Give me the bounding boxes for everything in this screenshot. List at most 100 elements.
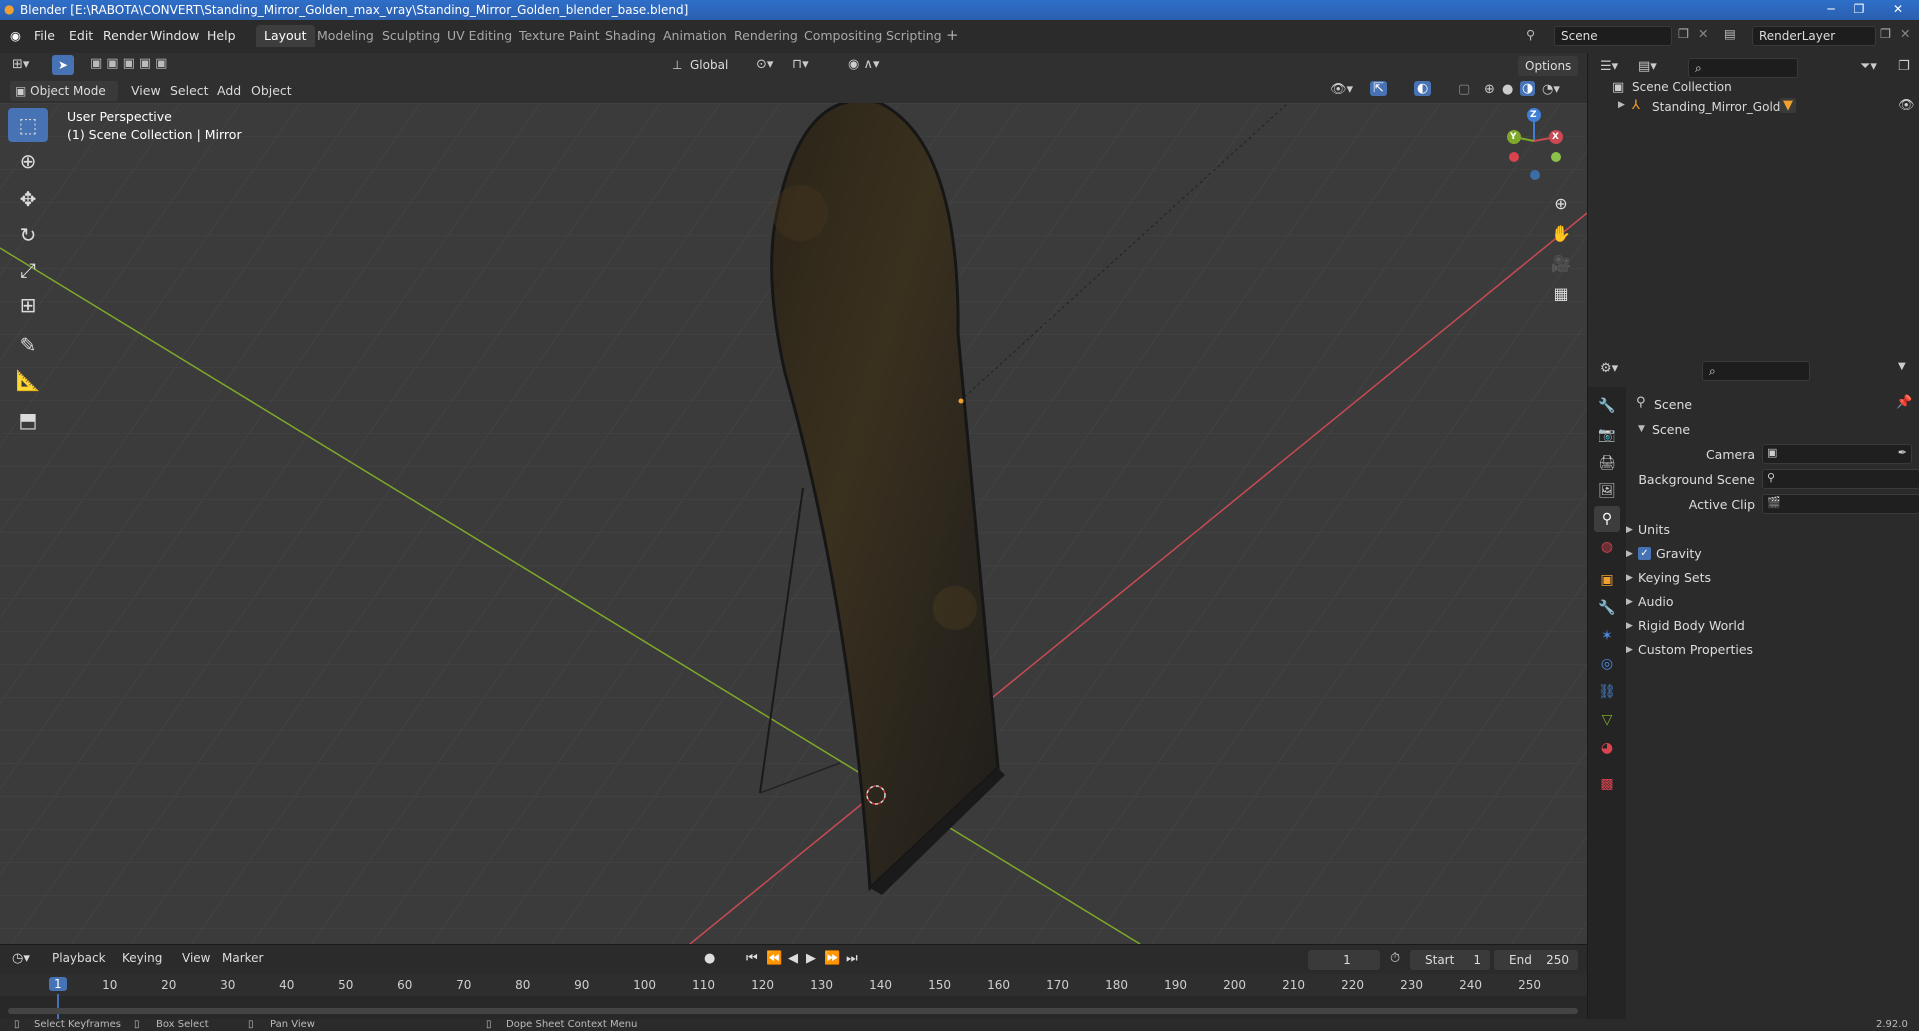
object-props-icon[interactable]: ▣ (1594, 567, 1620, 593)
panel-expanded-icon[interactable]: ▼ (1638, 424, 1645, 434)
material-props-icon[interactable]: ◕ (1594, 735, 1620, 761)
new-scene-icon[interactable]: ❐ (1678, 26, 1689, 41)
menu-select[interactable]: Select (170, 83, 209, 98)
timeline-area[interactable]: 1 10 20 30 40 50 60 70 80 90 100 110 120 130 140 150 160… (0, 974, 1587, 1020)
gravity-expand-icon[interactable]: ▶ (1626, 549, 1633, 559)
move-tool-icon[interactable]: ✥ (8, 182, 48, 216)
preview-range-icon[interactable]: ⏱ (1390, 951, 1400, 966)
active-clip-field[interactable]: 🎬 (1762, 494, 1919, 514)
jump-end-icon[interactable]: ⏭ (846, 951, 858, 966)
overlay-toggle-icon[interactable]: ◐ (1414, 81, 1432, 96)
pin-icon[interactable]: 📌 (1896, 395, 1912, 410)
outliner-item-standing-mirror[interactable]: Standing_Mirror_Golden (1652, 100, 1795, 114)
xray-icon[interactable]: ▢ (1458, 82, 1470, 97)
frame-ruler[interactable]: 1 10 20 30 40 50 60 70 80 90 100 110 120 130 140 150 160… (0, 974, 1587, 996)
menu-add[interactable]: Add (217, 83, 241, 98)
scale-tool-icon[interactable]: ⤢ (8, 253, 48, 287)
properties-search-input[interactable]: ⌕ (1702, 361, 1810, 381)
jump-start-icon[interactable]: ⏮ (746, 951, 758, 966)
proportional-edit-icon[interactable]: ◉ ∧▾ (848, 57, 880, 72)
subpanel-custom-properties[interactable]: Custom Properties (1638, 642, 1753, 657)
delete-layer-icon[interactable]: ✕ (1900, 26, 1910, 41)
view-layer-props-icon[interactable]: 🖼 (1594, 478, 1620, 504)
scene-selector-icon[interactable]: ⚲ (1526, 27, 1535, 42)
play-reverse-icon[interactable]: ◀ (788, 951, 798, 966)
zoom-icon[interactable]: ⊕ (1547, 189, 1575, 217)
outliner-type-icon[interactable]: ☰▾ (1600, 59, 1618, 74)
visibility-eye-icon[interactable]: 👁 (1898, 98, 1915, 113)
current-frame-field[interactable]: 1 (1308, 950, 1380, 970)
gravity-checkbox[interactable]: ✓ (1638, 547, 1651, 560)
camera-view-icon[interactable]: 🎥 (1547, 249, 1575, 277)
tab-modeling[interactable]: Modeling (309, 25, 382, 47)
tab-sculpting[interactable]: Sculpting (374, 25, 448, 47)
rigid-body-expand-icon[interactable]: ▶ (1626, 621, 1633, 631)
tab-rendering[interactable]: Rendering (726, 25, 806, 47)
physics-props-icon[interactable]: ◎ (1594, 651, 1620, 677)
filter-icon[interactable]: ⏷▾ (1860, 59, 1877, 74)
menu-keying[interactable]: Keying (122, 951, 162, 965)
camera-field[interactable]: ▣ ✒ (1762, 444, 1912, 464)
tool-props-icon[interactable]: 🔧 (1594, 393, 1620, 419)
subpanel-audio[interactable]: Audio (1638, 594, 1674, 609)
subpanel-units[interactable]: Units (1638, 522, 1670, 537)
subpanel-rigid-body-world[interactable]: Rigid Body World (1638, 618, 1745, 633)
expand-arrow-icon[interactable]: ▶ (1618, 100, 1625, 110)
rotate-tool-icon[interactable]: ↻ (8, 218, 48, 252)
timeline-scrollbar[interactable] (8, 1008, 1578, 1014)
outliner-display-icon[interactable]: ▤▾ (1638, 59, 1657, 74)
keying-sets-expand-icon[interactable]: ▶ (1626, 573, 1633, 583)
menu-render[interactable]: Render (103, 28, 148, 43)
tab-layout[interactable]: Layout (256, 25, 315, 47)
record-icon[interactable]: ● (704, 951, 715, 966)
start-frame-field[interactable]: Start 1 (1410, 950, 1490, 970)
properties-type-icon[interactable]: ⚙▾ (1600, 361, 1618, 376)
tab-compositing[interactable]: Compositing (796, 25, 890, 47)
scene-props-icon[interactable]: ⚲ (1594, 506, 1620, 532)
data-props-icon[interactable]: ▽ (1594, 707, 1620, 733)
close-icon[interactable]: ✕ (1880, 0, 1916, 18)
select-box-tool-icon[interactable]: ⬚ (8, 108, 48, 142)
background-scene-field[interactable]: ⚲ (1762, 469, 1919, 489)
transform-tool-icon[interactable]: ⊞ (8, 288, 48, 322)
menu-playback[interactable]: Playback (52, 951, 106, 965)
tab-scripting[interactable]: Scripting (878, 25, 950, 47)
particles-props-icon[interactable]: ✶ (1594, 623, 1620, 649)
subpanel-gravity[interactable]: Gravity (1656, 546, 1702, 561)
ortho-grid-icon[interactable]: ▦ (1547, 279, 1575, 307)
restore-icon[interactable]: ❐ (1846, 0, 1872, 18)
view-layer-icon[interactable]: ▤ (1724, 26, 1736, 41)
outliner-root[interactable]: Scene Collection (1632, 80, 1732, 94)
audio-expand-icon[interactable]: ▶ (1626, 597, 1633, 607)
units-expand-icon[interactable]: ▶ (1626, 525, 1633, 535)
delete-scene-icon[interactable]: ✕ (1698, 26, 1708, 41)
next-keyframe-icon[interactable]: ⏩ (824, 951, 840, 966)
menu-file[interactable]: File (34, 28, 55, 43)
menu-edit[interactable]: Edit (69, 28, 93, 43)
object-mode-dropdown[interactable]: ▣ Object Mode (10, 81, 118, 101)
outliner-search-input[interactable]: ⌕ (1688, 58, 1798, 78)
output-props-icon[interactable]: 🖨 (1594, 450, 1620, 476)
end-frame-field[interactable]: End 250 (1494, 950, 1578, 970)
prev-keyframe-icon[interactable]: ⏪ (766, 951, 782, 966)
menu-marker[interactable]: Marker (222, 951, 263, 965)
shading-rendered-icon[interactable]: ◔▾ (1542, 82, 1560, 97)
add-cube-tool-icon[interactable]: ⬒ (8, 403, 48, 437)
constraints-props-icon[interactable]: ⛓ (1594, 679, 1620, 705)
tab-animation[interactable]: Animation (655, 25, 735, 47)
menu-object[interactable]: Object (251, 83, 292, 98)
shading-wireframe-icon[interactable]: ⊕ (1484, 82, 1495, 97)
tab-texture-paint[interactable]: Texture Paint (511, 25, 608, 47)
shading-material-icon[interactable]: ◑ (1520, 81, 1536, 96)
gizmo-toggle-icon[interactable]: ⇱ (1370, 81, 1387, 96)
selection-mode-icons[interactable]: ▣▣▣▣▣ (90, 56, 171, 71)
world-props-icon[interactable]: ◍ (1594, 534, 1620, 560)
select-tool-icon[interactable]: ➤ (52, 55, 74, 75)
orientation-dropdown[interactable]: Global (690, 58, 728, 72)
menu-help[interactable]: Help (207, 28, 236, 43)
tab-uv-editing[interactable]: UV Editing (439, 25, 520, 47)
eyedropper-icon[interactable]: ✒ (1898, 446, 1907, 459)
pivot-icon[interactable]: ⊙▾ (756, 57, 773, 72)
cursor-tool-icon[interactable]: ⊕ (8, 144, 48, 178)
minimize-icon[interactable]: ─ (1818, 0, 1844, 18)
